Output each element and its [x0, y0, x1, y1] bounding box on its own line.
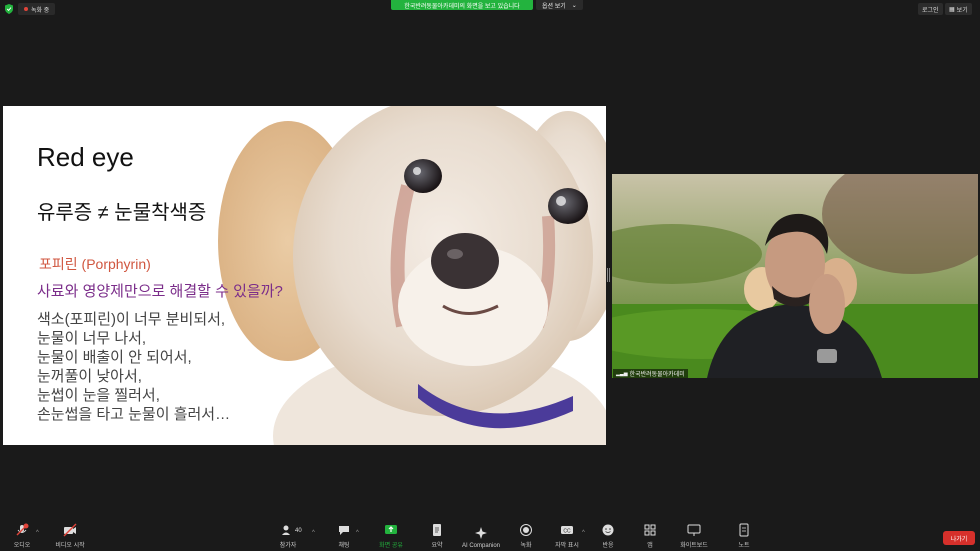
captions-icon: CC	[561, 526, 573, 535]
slide-question: 사료와 영양제만으로 해결할 수 있을까?	[37, 283, 283, 300]
recording-indicator[interactable]: 녹화 중	[18, 3, 56, 15]
whiteboard-icon	[687, 524, 701, 536]
chevron-down-icon: ⌄	[571, 2, 577, 9]
audio-button[interactable]: 오디오	[10, 520, 34, 551]
participants-caret-icon[interactable]: ^	[312, 530, 315, 536]
screen-share-banner: 한국반려동물아카데미의 화면을 보고 있습니다	[391, 0, 533, 10]
record-dot-icon	[24, 7, 28, 11]
audio-options-caret-icon[interactable]: ^	[36, 530, 39, 536]
share-screen-icon	[385, 525, 397, 534]
list-item: 눈물이 배출이 안 되어서,	[37, 349, 192, 366]
participants-icon	[282, 525, 290, 535]
slide-content: Red eye 유루증 ≠ 눈물착색증 포피린 (Porphyrin) 사료와 …	[3, 106, 606, 445]
meeting-toolbar: 오디오 ^ 비디오 시작 참가자 40 ^ 채팅 ^ 화면 공유 요약 AI C…	[0, 520, 980, 551]
whiteboard-label: 화이트보드	[680, 543, 708, 549]
recording-label: 녹화 중	[31, 7, 50, 14]
share-screen-button[interactable]: 화면 공유	[376, 520, 406, 551]
ai-companion-button[interactable]: AI Companion	[460, 520, 502, 551]
svg-text:CC: CC	[563, 529, 571, 535]
apps-button[interactable]: 앱	[638, 520, 662, 551]
apps-label: 앱	[647, 543, 653, 549]
participant-count: 40	[295, 528, 302, 534]
view-options-button[interactable]: 옵션 보기 ⌄	[536, 0, 583, 10]
sparkle-icon	[475, 527, 487, 539]
shield-icon[interactable]	[5, 4, 13, 14]
view-button[interactable]: ▦ 보기	[945, 3, 972, 15]
reactions-label: 반응	[602, 543, 614, 549]
summary-button[interactable]: 요약	[425, 520, 449, 551]
slide-porphyrin: 포피린 (Porphyrin)	[39, 256, 151, 272]
participant-video-frame	[612, 174, 978, 378]
list-item: 손눈썹을 타고 눈물이 흘러서…	[37, 406, 231, 423]
slide-subtitle: 유루증 ≠ 눈물착색증	[37, 202, 207, 224]
split-drag-handle[interactable]	[607, 268, 610, 282]
grid-icon: ▦	[949, 6, 955, 13]
apps-icon	[644, 524, 656, 536]
participants-label: 참가자	[279, 543, 297, 549]
reaction-emoji-icon	[602, 524, 614, 536]
list-item: 눈썹이 눈을 찔러서,	[37, 387, 160, 404]
participant-name: 한국반려동물아카데미	[629, 372, 685, 378]
video-button[interactable]: 비디오 시작	[50, 520, 90, 551]
notes-button[interactable]: 노트	[732, 520, 756, 551]
leave-button[interactable]: 나가기	[943, 531, 975, 545]
chat-icon	[339, 526, 349, 535]
record-icon	[520, 524, 532, 536]
captions-label: 자막 표시	[555, 543, 579, 549]
record-button[interactable]: 녹화	[514, 520, 538, 551]
captions-caret-icon[interactable]: ^	[582, 530, 585, 536]
participant-name-tag: ▂▃▅ 한국반려동물아카데미	[613, 369, 688, 378]
whiteboard-button[interactable]: 화이트보드	[676, 520, 712, 551]
ai-companion-label: AI Companion	[461, 543, 501, 549]
summary-icon	[433, 524, 441, 536]
list-item: 눈꺼풀이 낮아서,	[37, 368, 142, 385]
chat-button[interactable]: 채팅	[332, 520, 356, 551]
microphone-muted-icon	[16, 523, 29, 536]
signal-bars-icon: ▂▃▅	[616, 370, 628, 377]
slide-title: Red eye	[37, 142, 134, 172]
list-item: 색소(포피린)이 너무 분비되서,	[37, 311, 226, 328]
participant-video[interactable]	[612, 174, 978, 378]
notes-icon	[739, 523, 749, 537]
summary-label: 요약	[431, 543, 443, 549]
video-label: 비디오 시작	[55, 543, 85, 549]
video-off-icon	[63, 523, 77, 537]
chat-label: 채팅	[338, 543, 350, 549]
notes-label: 노트	[738, 543, 750, 549]
slide-cause-list: 색소(포피린)이 너무 분비되서, 눈물이 너무 나서, 눈물이 배출이 안 되…	[37, 310, 230, 424]
reactions-button[interactable]: 반응	[596, 520, 620, 551]
view-options-label: 옵션 보기	[542, 3, 566, 10]
participants-button[interactable]: 참가자	[276, 520, 300, 551]
login-button[interactable]: 로그인	[918, 3, 943, 15]
audio-label: 오디오	[13, 543, 31, 549]
chat-caret-icon[interactable]: ^	[356, 530, 359, 536]
list-item: 눈물이 너무 나서,	[37, 330, 147, 347]
top-bar: 녹화 중 한국반려동물아카데미의 화면을 보고 있습니다 옵션 보기 ⌄ 로그인…	[0, 0, 980, 18]
record-label: 녹화	[520, 543, 532, 549]
share-banner-text: 한국반려동물아카데미의 화면을 보고 있습니다	[404, 3, 520, 10]
login-label: 로그인	[922, 7, 939, 14]
share-screen-label: 화면 공유	[379, 543, 403, 549]
captions-button[interactable]: CC 자막 표시	[552, 520, 582, 551]
leave-label: 나가기	[950, 536, 968, 543]
view-label: 보기	[956, 7, 968, 14]
shared-screen: Red eye 유루증 ≠ 눈물착색증 포피린 (Porphyrin) 사료와 …	[3, 106, 606, 445]
